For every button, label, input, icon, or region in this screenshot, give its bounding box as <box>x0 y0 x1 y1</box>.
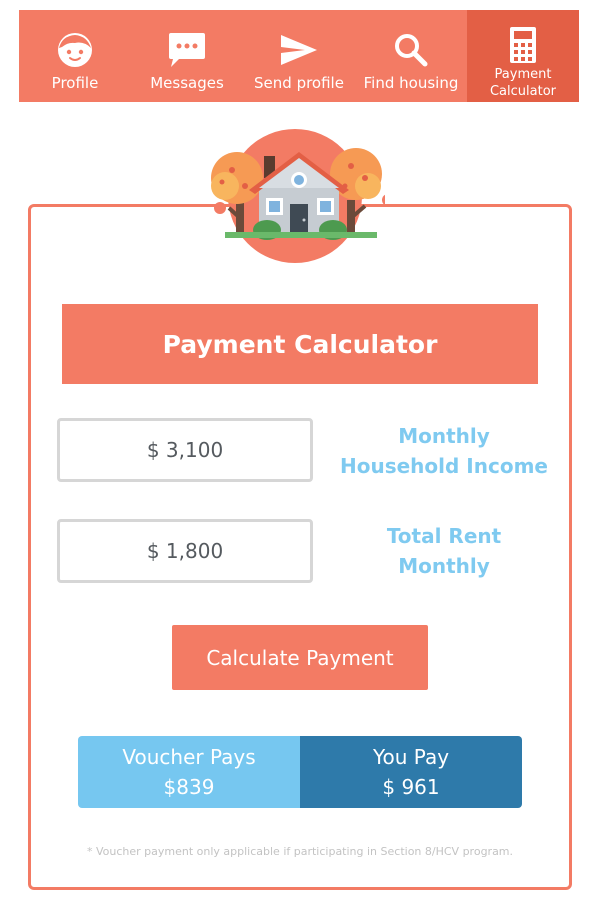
top-nav: Profile Messages Send profile Find housi… <box>19 10 579 102</box>
nav-payment-calculator-label-line1: Payment <box>494 67 552 82</box>
voucher-pays-label: Voucher Pays <box>122 745 256 769</box>
nav-send-profile-label: Send profile <box>254 74 344 92</box>
you-pay-amount: $ 961 <box>382 775 440 799</box>
nav-profile[interactable]: Profile <box>19 10 131 102</box>
nav-find-housing-label: Find housing <box>363 74 459 92</box>
calculator-title: Payment Calculator <box>62 304 538 384</box>
search-icon <box>393 28 429 72</box>
rent-input[interactable]: $ 1,800 <box>57 519 313 583</box>
voucher-footnote: * Voucher payment only applicable if par… <box>86 845 514 858</box>
rent-label-line2: Monthly <box>398 554 490 578</box>
house-illustration-icon <box>205 128 394 268</box>
face-icon <box>56 28 94 72</box>
nav-payment-calculator[interactable]: Payment Calculator <box>467 10 579 102</box>
nav-find-housing[interactable]: Find housing <box>355 10 467 102</box>
payment-result: Voucher Pays $839 You Pay $ 961 <box>78 736 522 808</box>
income-label: Monthly Household Income <box>336 421 552 481</box>
voucher-pays-amount: $839 <box>163 775 215 799</box>
nav-profile-label: Profile <box>51 74 99 92</box>
calculate-payment-button[interactable]: Calculate Payment <box>172 625 428 690</box>
nav-payment-calculator-label-line2: Calculator <box>489 84 556 99</box>
nav-payment-calculator-label: Payment Calculator <box>490 66 556 100</box>
nav-messages-label: Messages <box>150 74 224 92</box>
income-label-line2: Household Income <box>340 454 548 478</box>
rent-label-line1: Total Rent <box>386 524 502 548</box>
paper-plane-icon <box>279 28 319 72</box>
nav-messages[interactable]: Messages <box>131 10 243 102</box>
calculator-icon <box>509 24 537 66</box>
rent-label: Total Rent Monthly <box>336 521 552 581</box>
income-label-line1: Monthly <box>398 424 490 448</box>
you-pay-label: You Pay <box>372 745 450 769</box>
voucher-pays-panel: Voucher Pays $839 <box>78 736 300 808</box>
nav-send-profile[interactable]: Send profile <box>243 10 355 102</box>
you-pay-panel: You Pay $ 961 <box>300 736 522 808</box>
income-input[interactable]: $ 3,100 <box>57 418 313 482</box>
chat-bubble-icon <box>167 28 207 72</box>
